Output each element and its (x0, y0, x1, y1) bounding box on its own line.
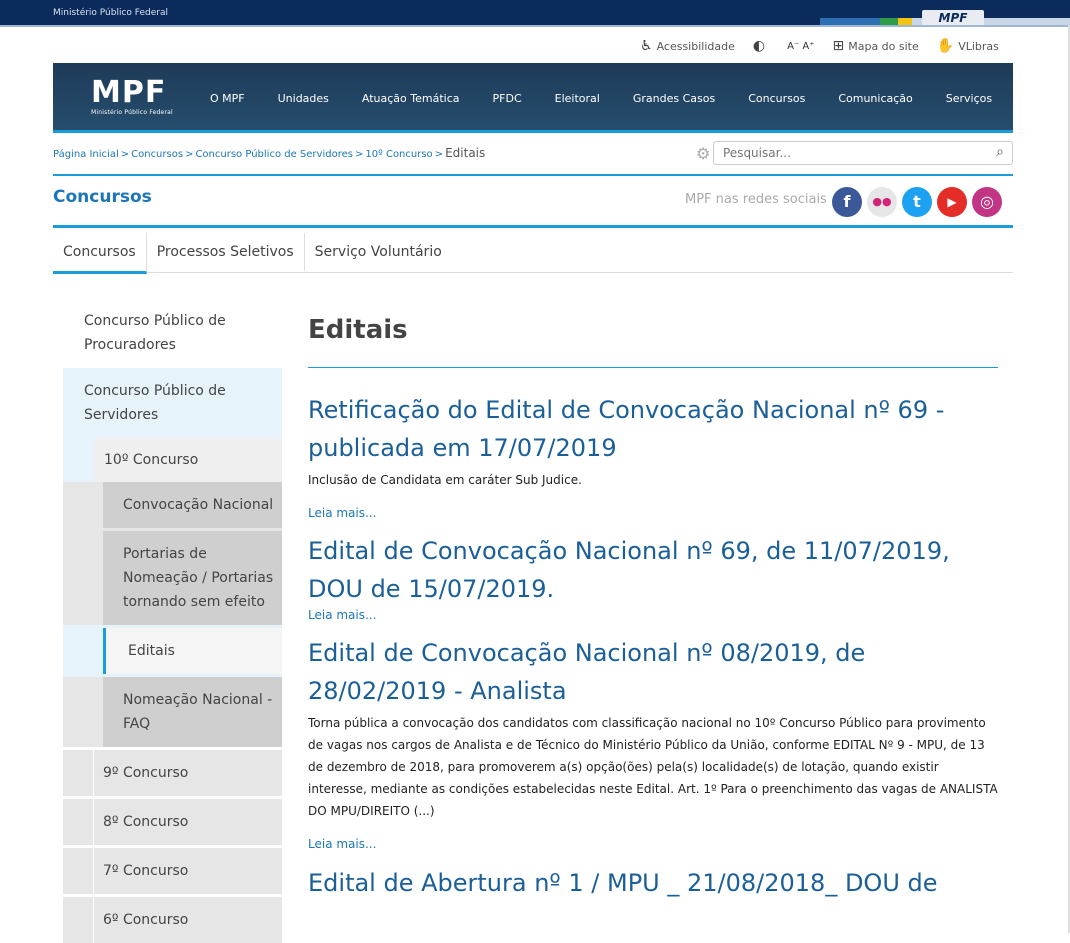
sidenav-item-servidores[interactable]: Concurso Público de Servidores (63, 368, 282, 438)
sidenav-item-nomeacao-faq[interactable]: Nomeação Nacional - FAQ (103, 677, 282, 747)
vlibras-link[interactable]: ✋ VLibras (937, 38, 999, 54)
sidenav-item-editais[interactable]: Editais (103, 628, 282, 674)
sidenav-servidores-group: 10º Concurso Convocação Nacional Portari… (63, 438, 282, 747)
main-menu: O MPF Unidades Atuação Temática PFDC Ele… (210, 63, 1025, 133)
accessibility-icon: ♿ (640, 38, 653, 54)
contrast-toggle[interactable]: ◐ (753, 38, 769, 54)
main-content: Editais Retificação do Edital de Convoca… (308, 300, 998, 902)
facebook-icon[interactable]: f (832, 187, 862, 217)
flickr-icon[interactable]: ●● (867, 187, 897, 217)
sidenav-item-6-concurso[interactable]: 6º Concurso (63, 897, 282, 943)
search-box: ⌕ (713, 141, 1013, 165)
list-item: Edital de Convocação Nacional nº 08/2019… (308, 634, 998, 851)
breadcrumb-10-concurso[interactable]: 10º Concurso (365, 149, 432, 160)
gov-stripe-blue (820, 18, 880, 25)
header-divider (53, 174, 1013, 176)
section-divider (53, 225, 1013, 228)
sitemap-icon: ⊞ (832, 38, 845, 54)
item-title[interactable]: Retificação do Edital de Convocação Naci… (308, 391, 998, 467)
sidenav-item-portarias[interactable]: Portarias de Nomeação / Portarias tornan… (103, 531, 282, 625)
menu-item-eleitoral[interactable]: Eleitoral (555, 92, 600, 105)
logo-text: MPF (91, 75, 167, 110)
social-links: f ●● t ▶ ◎ (832, 187, 1007, 217)
twitter-icon[interactable]: t (902, 187, 932, 217)
title-divider (308, 367, 998, 368)
search-input[interactable] (723, 142, 983, 164)
menu-item-o-mpf[interactable]: O MPF (210, 92, 245, 105)
list-item: Edital de Abertura nº 1 / MPU _ 21/08/20… (308, 864, 998, 902)
gov-bar: Ministério Público Federal MPF (0, 0, 1070, 25)
tab-servico-voluntario[interactable]: Serviço Voluntário (305, 233, 452, 271)
item-title[interactable]: Edital de Convocação Nacional nº 69, de … (308, 532, 998, 608)
accessibility-label: Acessibilidade (656, 39, 735, 53)
contrast-icon: ◐ (752, 38, 766, 54)
menu-item-servicos[interactable]: Serviços (946, 92, 992, 105)
sidenav-item-8-concurso[interactable]: 8º Concurso (63, 799, 282, 845)
sidenav-10-group-b: Nomeação Nacional - FAQ (63, 677, 282, 747)
read-more-link[interactable]: Leia mais... (308, 608, 998, 622)
breadcrumb-separator: > (354, 149, 364, 160)
breadcrumb: Página Inicial > Concursos > Concurso Públic… (53, 146, 485, 160)
sidenav-item-procuradores[interactable]: Concurso Público de Procuradores (63, 298, 282, 368)
menu-item-unidades[interactable]: Unidades (278, 92, 329, 105)
read-more-link[interactable]: Leia mais... (308, 837, 998, 851)
font-size-toggle[interactable]: A⁻ A⁺ (787, 41, 814, 52)
sidenav-item-convocacao-nacional[interactable]: Convocação Nacional (103, 482, 282, 528)
list-item: Retificação do Edital de Convocação Naci… (308, 391, 998, 520)
subtabs: Concursos Processos Seletivos Serviço Vo… (53, 232, 1013, 274)
read-more-link[interactable]: Leia mais... (308, 506, 998, 520)
gov-stripe-yellow (898, 18, 912, 25)
sitemap-label: Mapa do site (848, 39, 919, 53)
sidenav-10-group: Convocação Nacional Portarias de Nomeaçã… (63, 482, 282, 625)
breadcrumb-separator: > (185, 149, 194, 160)
tab-concursos[interactable]: Concursos (53, 233, 147, 274)
accessibility-link[interactable]: ♿ Acessibilidade (640, 38, 735, 54)
vlibras-label: VLibras (958, 39, 999, 53)
menu-item-pfdc[interactable]: PFDC (493, 92, 522, 105)
sitemap-link[interactable]: ⊞ Mapa do site (833, 38, 919, 54)
menu-item-concursos[interactable]: Concursos (748, 92, 805, 105)
list-item: Edital de Convocação Nacional nº 69, de … (308, 532, 998, 622)
instagram-icon[interactable]: ◎ (972, 187, 1002, 217)
breadcrumb-concursos[interactable]: Concursos (131, 149, 183, 160)
side-navigation: Concurso Público de Procuradores Concurs… (63, 298, 282, 943)
breadcrumb-separator: > (434, 149, 444, 160)
sidenav-item-7-concurso[interactable]: 7º Concurso (63, 848, 282, 894)
item-title[interactable]: Edital de Convocação Nacional nº 08/2019… (308, 634, 998, 710)
item-description: Inclusão de Candidata em caráter Sub Jud… (308, 473, 582, 487)
vlibras-icon: ✋ (936, 38, 955, 54)
breadcrumb-home[interactable]: Página Inicial (53, 149, 119, 160)
menu-item-atuacao-tematica[interactable]: Atuação Temática (362, 92, 460, 105)
search-icon[interactable]: ⌕ (996, 144, 1004, 160)
item-title[interactable]: Edital de Abertura nº 1 / MPU _ 21/08/20… (308, 864, 998, 902)
social-label: MPF nas redes sociais (685, 192, 827, 207)
gear-icon[interactable]: ⚙ (696, 144, 710, 163)
gov-divider (0, 25, 1070, 27)
menu-item-comunicacao[interactable]: Comunicação (838, 92, 912, 105)
breadcrumb-current: Editais (445, 146, 486, 160)
main-navbar: MPF Ministério Público Federal O MPF Uni… (53, 63, 1013, 133)
gov-org-name: Ministério Público Federal (53, 8, 168, 18)
breadcrumb-servidores[interactable]: Concurso Público de Servidores (195, 149, 353, 160)
youtube-icon[interactable]: ▶ (937, 187, 967, 217)
page-title: Editais (308, 315, 408, 345)
sidenav-item-9-concurso[interactable]: 9º Concurso (63, 750, 282, 796)
font-size-label: A⁻ A⁺ (787, 40, 815, 52)
item-description: Torna pública a convocação dos candidato… (308, 716, 998, 818)
logo-subtitle: Ministério Público Federal (91, 109, 173, 116)
menu-item-grandes-casos[interactable]: Grandes Casos (633, 92, 715, 105)
tab-processos-seletivos[interactable]: Processos Seletivos (147, 233, 305, 271)
sidenav-item-10-concurso[interactable]: 10º Concurso (93, 438, 282, 482)
mpf-logo[interactable]: MPF Ministério Público Federal (91, 75, 173, 117)
section-title[interactable]: Concursos (53, 187, 152, 207)
gov-stripe-green (880, 18, 898, 25)
breadcrumb-separator: > (120, 149, 130, 160)
mpf-tab[interactable]: MPF (922, 10, 984, 25)
accessibility-bar: ♿ Acessibilidade ◐ A⁻ A⁺ ⊞ Mapa do site … (640, 36, 1017, 56)
